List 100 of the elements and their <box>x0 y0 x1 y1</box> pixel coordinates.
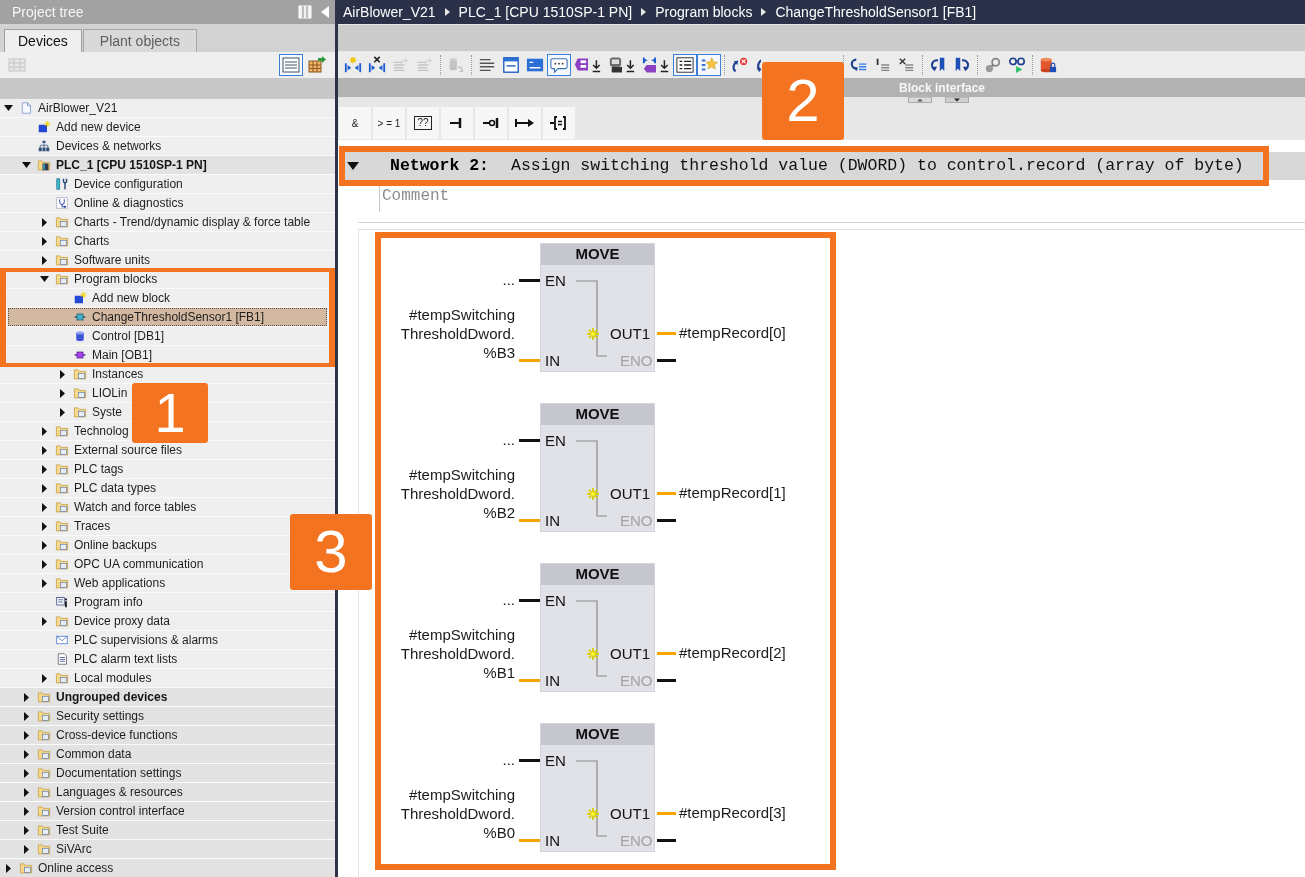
arrow-icon <box>515 116 535 130</box>
tree-item[interactable]: PLC tags <box>40 463 124 475</box>
instruction-button[interactable] <box>441 107 473 139</box>
caret-down-icon[interactable] <box>40 276 49 282</box>
caret-up-icon[interactable] <box>908 97 932 103</box>
tree-item[interactable]: Control [DB1] <box>58 330 165 342</box>
tree-item[interactable]: Add new block <box>58 292 171 304</box>
cross-lines-icon <box>898 56 916 74</box>
caret-right-icon[interactable] <box>42 426 47 436</box>
caret-right-icon[interactable] <box>60 388 65 398</box>
caret-right-icon[interactable] <box>42 559 47 569</box>
caret-right-icon[interactable] <box>24 825 29 835</box>
tree-item[interactable]: Program blocks <box>40 273 158 285</box>
block-title: MOVE <box>541 564 654 585</box>
tree-item[interactable]: Traces <box>40 520 111 532</box>
tree-item[interactable]: Watch and force tables <box>40 501 197 513</box>
wire <box>657 332 676 335</box>
caret-right-icon[interactable] <box>42 483 47 493</box>
instruction-button[interactable] <box>475 107 507 139</box>
list-icon <box>676 56 694 74</box>
callout-number: 3 <box>290 514 372 590</box>
caret-right-icon[interactable] <box>6 863 11 873</box>
tree-item[interactable]: Program info <box>40 596 143 608</box>
toolbar-button[interactable] <box>673 54 697 76</box>
window-icon <box>502 56 520 74</box>
caret-right-icon[interactable] <box>24 749 29 759</box>
caret-right-icon[interactable] <box>60 407 65 417</box>
caret-right-icon[interactable] <box>24 844 29 854</box>
tree-item[interactable]: LIOLin <box>58 387 128 399</box>
caret-down-icon[interactable] <box>347 162 359 170</box>
caret-right-icon[interactable] <box>42 502 47 512</box>
caret-right-icon <box>641 8 647 16</box>
tree-item[interactable]: External source files <box>40 444 183 456</box>
tree-item[interactable]: Test Suite <box>22 824 109 836</box>
tree-item[interactable]: Online backups <box>40 539 157 551</box>
breadcrumb-item[interactable]: PLC_1 [CPU 1510SP-1 PN] <box>458 1 633 23</box>
tree-item[interactable]: Technolog <box>40 425 129 437</box>
caret-left-icon[interactable] <box>321 6 329 18</box>
caret-right-icon[interactable] <box>42 217 47 227</box>
caret-down-icon[interactable] <box>945 97 969 103</box>
tree-item[interactable]: SiVArc <box>22 843 92 855</box>
instruction-button[interactable]: ?? <box>407 107 439 139</box>
tree-item[interactable]: Web applications <box>40 577 166 589</box>
folder-icon <box>72 387 88 399</box>
tree-item[interactable]: Device configuration <box>40 178 183 190</box>
network-title: Network 2: <box>390 154 490 177</box>
caret-right-icon[interactable] <box>60 369 65 379</box>
instruction-button[interactable]: & <box>339 107 371 139</box>
tree-item[interactable]: Software units <box>40 254 151 266</box>
network-description: Assign switching threshold value (DWORD) to control.record (array of byte) <box>511 154 1244 177</box>
tree-item[interactable]: Device proxy data <box>40 615 171 627</box>
caret-right-icon[interactable] <box>24 768 29 778</box>
caret-right-icon[interactable] <box>24 692 29 702</box>
caret-right-icon[interactable] <box>42 464 47 474</box>
screen-download-icon <box>608 56 636 74</box>
tab[interactable]: Plant objects <box>82 29 197 52</box>
callout-number: 1 <box>132 383 208 443</box>
folder-icon <box>54 672 70 684</box>
tree-item[interactable]: Main [OB1] <box>58 349 153 361</box>
breadcrumb-item[interactable]: AirBlower_V21 <box>343 1 436 23</box>
tree-item[interactable]: Devices & networks <box>22 140 162 152</box>
caret-right-icon[interactable] <box>42 236 47 246</box>
caret-right-icon <box>444 8 450 16</box>
instruction-button[interactable] <box>543 107 575 139</box>
tree-item[interactable]: Online & diagnostics <box>40 197 184 209</box>
breadcrumb-item[interactable]: Program blocks <box>655 1 753 23</box>
pin-label: ENO <box>620 351 653 371</box>
tab[interactable]: Devices <box>4 29 82 52</box>
caret-right-icon[interactable] <box>24 711 29 721</box>
tree-item[interactable]: Syste <box>58 406 122 418</box>
pin-label: EN <box>545 431 566 451</box>
tree-item[interactable]: Add new device <box>22 121 141 133</box>
caret-right-icon[interactable] <box>24 787 29 797</box>
tree-item[interactable]: Charts - Trend/dynamic display & force table <box>40 216 311 228</box>
operand-text: #tempSwitching ThresholdDword. %B1 <box>400 625 515 682</box>
caret-right-icon[interactable] <box>42 673 47 683</box>
caret-right-icon[interactable] <box>42 578 47 588</box>
caret-right-icon[interactable] <box>42 540 47 550</box>
caret-down-icon[interactable] <box>22 162 31 168</box>
caret-right-icon[interactable] <box>24 730 29 740</box>
tree-item[interactable]: ChangeThresholdSensor1 [FB1] <box>8 308 327 326</box>
tree-item[interactable]: Local modules <box>40 672 152 684</box>
instruction-button[interactable]: > = 1 <box>373 107 405 139</box>
operand-text: #tempRecord[1] <box>679 483 786 503</box>
caret-right-icon[interactable] <box>42 521 47 531</box>
tree-item[interactable]: Instances <box>58 368 144 380</box>
tree-item[interactable]: Charts <box>40 235 110 247</box>
arrow-lines-icon <box>850 56 868 74</box>
breadcrumb-item[interactable]: ChangeThresholdSensor1 [FB1] <box>775 1 977 23</box>
instruction-button[interactable] <box>509 107 541 139</box>
tree-item[interactable]: PLC alarm text lists <box>40 653 178 665</box>
caret-right-icon[interactable] <box>24 806 29 816</box>
caret-right-icon[interactable] <box>42 255 47 265</box>
tree-item[interactable]: PLC supervisions & alarms <box>40 634 219 646</box>
tree-item[interactable]: AirBlower_V21 <box>4 102 118 114</box>
tree-item[interactable]: OPC UA communication <box>40 558 204 570</box>
tree-item[interactable]: PLC data types <box>40 482 157 494</box>
caret-right-icon[interactable] <box>42 616 47 626</box>
caret-down-icon[interactable] <box>4 105 13 111</box>
caret-right-icon[interactable] <box>42 445 47 455</box>
